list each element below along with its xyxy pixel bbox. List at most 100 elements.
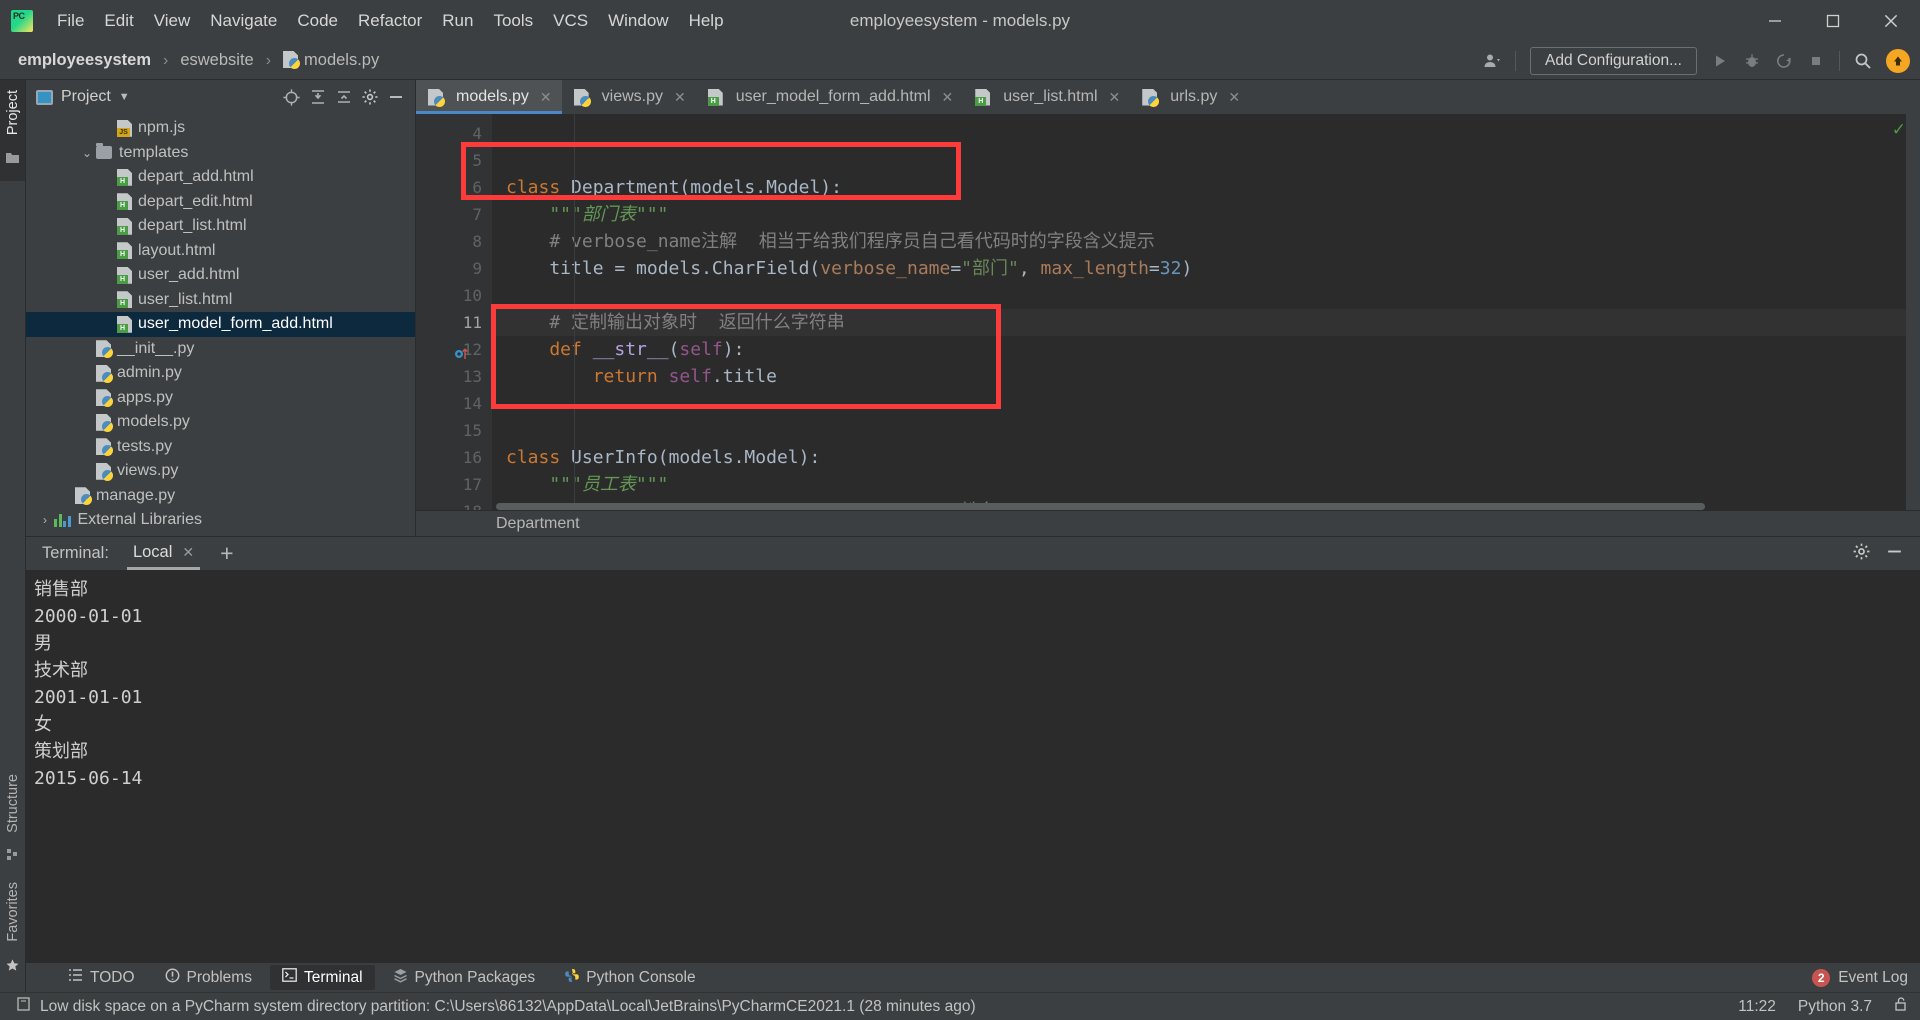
user-avatar-icon[interactable]: [1477, 47, 1507, 75]
close-icon[interactable]: ✕: [182, 544, 194, 561]
tree-item-templates[interactable]: ⌄ templates: [26, 141, 415, 166]
new-terminal-tab-button[interactable]: +: [220, 542, 233, 565]
settings-icon[interactable]: [1852, 542, 1871, 566]
left-strip-favorites-label[interactable]: Favorites: [5, 872, 21, 952]
menu-run[interactable]: Run: [432, 7, 483, 35]
line-number-9[interactable]: 9: [416, 255, 492, 282]
line-number-6[interactable]: 6: [416, 174, 504, 201]
code-line-4[interactable]: [492, 120, 1920, 147]
tool-window-button-terminal[interactable]: Terminal: [269, 965, 375, 990]
tree-item-tests-py[interactable]: tests.py: [26, 435, 415, 460]
line-number-10[interactable]: 10: [416, 282, 492, 309]
settings-icon[interactable]: [361, 88, 379, 106]
editor-tabs[interactable]: models.py ✕ views.py ✕ Huser_model_form_add.…: [416, 80, 1920, 114]
chevron-down-icon[interactable]: ▼: [119, 91, 130, 103]
code-line-6[interactable]: class Department(models.Model):: [492, 174, 1920, 201]
tree-twisty[interactable]: ⌄: [78, 146, 96, 160]
tree-item-user-list-html[interactable]: Huser_list.html: [26, 288, 415, 313]
tree-item-models-py[interactable]: models.py: [26, 410, 415, 435]
code-area[interactable]: class Department(models.Model): """部门表""…: [492, 114, 1920, 510]
terminal-output[interactable]: 销售部 2000-01-01 男技术部 2001-01-01 女策划部 2015-06-1…: [26, 570, 1920, 962]
editor-tab-urls-py[interactable]: urls.py ✕: [1130, 80, 1250, 114]
code-line-7[interactable]: """部门表""": [492, 201, 1920, 228]
tree-item-depart-edit-html[interactable]: Hdepart_edit.html: [26, 190, 415, 215]
line-number-5[interactable]: 5: [416, 147, 492, 174]
menu-code[interactable]: Code: [287, 7, 348, 35]
run-coverage-icon[interactable]: [1769, 47, 1799, 75]
code-line-12[interactable]: def __str__(self):: [492, 336, 1920, 363]
code-line-8[interactable]: # verbose_name注解 相当于给我们程序员自己看代码时的字段含义提示: [492, 228, 1920, 255]
breadcrumb-file[interactable]: models.py: [279, 51, 383, 70]
locate-icon[interactable]: [282, 88, 301, 107]
breadcrumb-project[interactable]: employeesystem: [14, 51, 155, 70]
tool-window-button-python-console[interactable]: Python Console: [553, 965, 707, 991]
tree-item-depart-list-html[interactable]: Hdepart_list.html: [26, 214, 415, 239]
editor-tab-user-list-html[interactable]: Huser_list.html ✕: [963, 80, 1130, 114]
menu-edit[interactable]: Edit: [94, 7, 143, 35]
add-configuration-button[interactable]: Add Configuration...: [1529, 46, 1697, 75]
maximize-icon[interactable]: [1804, 0, 1862, 42]
hide-tool-window-icon[interactable]: [1885, 542, 1904, 566]
code-line-15[interactable]: [492, 417, 1920, 444]
error-stripe[interactable]: [1906, 114, 1920, 510]
expand-all-icon[interactable]: [309, 88, 327, 106]
left-strip-structure-label[interactable]: Structure: [5, 764, 21, 843]
collapse-all-icon[interactable]: [335, 88, 353, 106]
line-number-13[interactable]: 13: [416, 363, 504, 390]
tree-item-views-py[interactable]: views.py: [26, 459, 415, 484]
line-number-12[interactable]: 12: [416, 336, 504, 363]
line-number-16[interactable]: 16: [416, 444, 504, 471]
tree-item-user-add-html[interactable]: Huser_add.html: [26, 263, 415, 288]
editor-gutter[interactable]: 456789101112131415161718: [416, 114, 504, 510]
tree-item-npm-js[interactable]: JS npm.js: [26, 116, 415, 141]
minimize-icon[interactable]: [1746, 0, 1804, 42]
editor-breadcrumb[interactable]: Department: [416, 510, 1920, 536]
close-icon[interactable]: ✕: [942, 89, 954, 106]
menu-navigate[interactable]: Navigate: [200, 7, 287, 35]
menu-window[interactable]: Window: [598, 7, 678, 35]
tree-twisty[interactable]: ›: [36, 513, 54, 527]
status-message-group[interactable]: Low disk space on a PyCharm system direc…: [16, 996, 976, 1017]
line-number-15[interactable]: 15: [416, 417, 492, 444]
project-strip-button[interactable]: Project: [0, 80, 25, 182]
code-line-17[interactable]: """员工表""": [492, 471, 1920, 498]
editor-tab-views-py[interactable]: views.py ✕: [562, 80, 696, 114]
line-number-4[interactable]: 4: [416, 120, 492, 147]
line-number-18[interactable]: 18: [416, 498, 492, 510]
line-number-8[interactable]: 8: [416, 228, 492, 255]
close-icon[interactable]: [1862, 0, 1920, 42]
menu-tools[interactable]: Tools: [483, 7, 543, 35]
close-icon[interactable]: ✕: [1228, 89, 1240, 106]
code-line-5[interactable]: [492, 147, 1920, 174]
hide-tool-window-icon[interactable]: [387, 88, 405, 106]
menu-vcs[interactable]: VCS: [543, 7, 598, 35]
close-icon[interactable]: ✕: [674, 89, 686, 106]
tree-item-admin-py[interactable]: admin.py: [26, 361, 415, 386]
editor-tab-models-py[interactable]: models.py ✕: [416, 80, 562, 114]
debug-icon[interactable]: [1737, 47, 1767, 75]
tool-window-button-todo[interactable]: TODO: [56, 965, 147, 990]
breadcrumb-module[interactable]: eswebsite: [176, 51, 257, 70]
editor-horizontal-scrollbar[interactable]: [496, 503, 1902, 510]
project-tree[interactable]: JS npm.js ⌄ templates Hdepart_add.html Hdepar…: [26, 114, 415, 536]
tree-item-manage-py[interactable]: manage.py: [26, 484, 415, 509]
tree-item-user-model-form-add-html[interactable]: Huser_model_form_add.html: [26, 312, 415, 337]
tree-item-external-libraries[interactable]: › External Libraries: [26, 508, 415, 533]
stop-icon[interactable]: [1801, 47, 1831, 75]
editor-tab-user-model-form-add-html[interactable]: Huser_model_form_add.html ✕: [696, 80, 964, 114]
code-line-16[interactable]: class UserInfo(models.Model):: [492, 444, 1920, 471]
run-icon[interactable]: [1705, 47, 1735, 75]
code-line-9[interactable]: title = models.CharField(verbose_name="部…: [492, 255, 1920, 282]
unlocked-icon[interactable]: [1894, 996, 1908, 1017]
tree-item-apps-py[interactable]: apps.py: [26, 386, 415, 411]
tree-item--init-py[interactable]: __init__.py: [26, 337, 415, 362]
code-line-14[interactable]: [492, 390, 1920, 417]
code-line-13[interactable]: return self.title: [492, 363, 1920, 390]
close-icon[interactable]: ✕: [1109, 89, 1121, 106]
event-log-button[interactable]: Event Log: [1838, 969, 1908, 987]
inspection-ok-icon[interactable]: ✓: [1892, 120, 1906, 140]
tool-window-button-python-packages[interactable]: Python Packages: [381, 965, 548, 991]
update-available-icon[interactable]: [1886, 48, 1910, 73]
tree-item-depart-add-html[interactable]: Hdepart_add.html: [26, 165, 415, 190]
menu-file[interactable]: File: [47, 7, 94, 35]
